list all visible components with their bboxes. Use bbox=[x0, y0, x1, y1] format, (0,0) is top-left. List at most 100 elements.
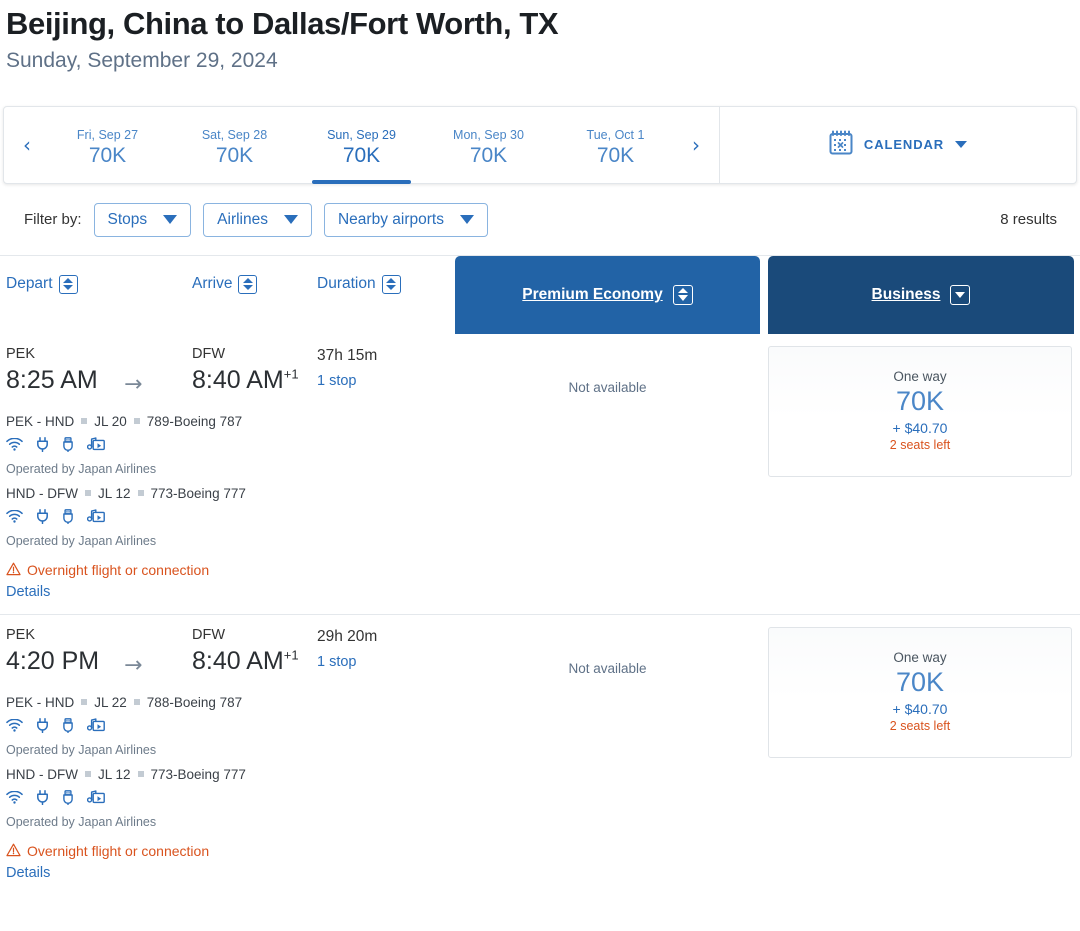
next-dates-button[interactable]: › bbox=[679, 135, 713, 155]
chevron-down-icon bbox=[163, 215, 178, 225]
arrive-airport-code: DFW bbox=[192, 626, 226, 643]
arrive-time: 8:40 AM+1 bbox=[192, 647, 299, 676]
fare-card-business[interactable]: One way 70K + $40.70 2 seats left bbox=[768, 345, 1072, 477]
date-tab-sat-sep-28[interactable]: Sat, Sep 28 70K bbox=[171, 121, 298, 168]
segment-flight-number: JL 12 bbox=[97, 485, 131, 501]
arrive-day-offset: +1 bbox=[283, 647, 299, 663]
calendar-pane: CALENDAR bbox=[719, 106, 1076, 183]
prev-dates-button[interactable]: ‹ bbox=[10, 135, 44, 155]
cabin-header-premium-economy-label: Premium Economy bbox=[522, 285, 663, 303]
depart-airport-code: PEK bbox=[6, 345, 36, 362]
filter-button-airlines[interactable]: Airlines bbox=[203, 202, 312, 237]
date-tab-underline bbox=[566, 180, 665, 184]
power-outlet-icon bbox=[36, 436, 49, 452]
stops-link[interactable]: 1 stop bbox=[317, 373, 357, 389]
chevron-down-icon bbox=[283, 215, 298, 225]
depart-time: 8:25 AM bbox=[6, 365, 98, 394]
arrive-time-value: 8:40 AM bbox=[192, 646, 284, 675]
chevron-down-icon bbox=[955, 141, 968, 149]
segment-route: HND - DFW bbox=[6, 485, 78, 501]
arrow-right-icon: → bbox=[124, 652, 143, 678]
details-link[interactable]: Details bbox=[0, 865, 1080, 881]
overnight-warning: Overnight flight or connection bbox=[0, 843, 1080, 860]
segment-aircraft: 789-Boeing 787 bbox=[146, 413, 243, 429]
date-tab-fri-sep-27[interactable]: Fri, Sep 27 70K bbox=[44, 121, 171, 168]
flight-duration: 29h 20m bbox=[317, 627, 378, 645]
sort-updown-icon bbox=[381, 274, 401, 294]
wifi-icon bbox=[6, 718, 23, 732]
date-tab-sun-sep-29[interactable]: Sun, Sep 29 70K bbox=[298, 121, 425, 185]
flight-row: PEK 4:20 PM → DFW 8:40 AM+1 29h 20m 1 stop Not … bbox=[0, 613, 1080, 895]
segment-amenities bbox=[6, 508, 1080, 524]
date-tab-underline bbox=[185, 180, 284, 184]
date-scroller: ‹ Fri, Sep 27 70K Sat, Sep 28 70K Sun, Sep 2… bbox=[4, 107, 719, 185]
filter-buttons-group: Stops Airlines Nearby airports bbox=[93, 202, 500, 237]
fare-seats-left: 2 seats left bbox=[889, 437, 951, 452]
flight-duration: 37h 15m bbox=[317, 346, 378, 364]
chevron-down-icon bbox=[950, 284, 971, 305]
wifi-icon bbox=[6, 437, 23, 451]
wifi-icon bbox=[6, 509, 23, 523]
calendar-icon bbox=[829, 130, 853, 160]
date-selector-bar: ‹ Fri, Sep 27 70K Sat, Sep 28 70K Sun, Sep 2… bbox=[3, 105, 1077, 185]
segment-flight-number: JL 20 bbox=[94, 413, 127, 429]
chevron-down-icon bbox=[459, 215, 474, 225]
date-tab-price: 70K bbox=[469, 144, 508, 168]
segment-operated-by: Operated by Japan Airlines bbox=[6, 533, 157, 548]
details-link[interactable]: Details bbox=[0, 584, 1080, 600]
power-outlet-icon bbox=[36, 789, 49, 805]
warning-triangle-icon bbox=[6, 562, 21, 579]
segment-route: HND - DFW bbox=[6, 766, 78, 782]
usb-port-icon bbox=[62, 436, 74, 452]
filter-button-label: Airlines bbox=[217, 210, 268, 228]
depart-time: 4:20 PM bbox=[6, 646, 100, 675]
date-tab-underline bbox=[439, 180, 538, 184]
sort-header-arrive[interactable]: Arrive bbox=[192, 274, 258, 294]
fare-seats-left: 2 seats left bbox=[889, 718, 951, 733]
separator-dot-icon bbox=[133, 418, 140, 425]
filter-button-nearby-airports[interactable]: Nearby airports bbox=[323, 202, 488, 237]
segment-flight-number: JL 12 bbox=[97, 766, 131, 782]
segment-info-line: HND - DFW JL 12 773-Boeing 777 bbox=[6, 767, 1080, 782]
sort-header-depart[interactable]: Depart bbox=[6, 274, 78, 294]
date-tab-label: Tue, Oct 1 bbox=[586, 128, 645, 143]
date-tab-label: Mon, Sep 30 bbox=[453, 128, 524, 143]
fare-trip-type: One way bbox=[893, 368, 947, 384]
cabin-header-business-label: Business bbox=[871, 285, 941, 303]
fare-taxes: + $40.70 bbox=[892, 419, 948, 436]
entertainment-icon bbox=[87, 790, 105, 804]
stops-link[interactable]: 1 stop bbox=[317, 654, 357, 670]
separator-dot-icon bbox=[133, 699, 140, 706]
date-tab-label: Fri, Sep 27 bbox=[76, 128, 139, 143]
itinerary-summary: PEK 8:25 AM → DFW 8:40 AM+1 37h 15m 1 stop Not … bbox=[0, 345, 1080, 477]
wifi-icon bbox=[6, 790, 23, 804]
date-tab-mon-sep-30[interactable]: Mon, Sep 30 70K bbox=[425, 121, 552, 168]
usb-port-icon bbox=[62, 717, 74, 733]
fare-trip-type: One way bbox=[893, 649, 947, 665]
separator-dot-icon bbox=[137, 771, 144, 778]
sort-header-duration-label: Duration bbox=[317, 275, 376, 293]
page-title: Beijing, China to Dallas/Fort Worth, TX bbox=[6, 6, 559, 41]
sort-header-duration[interactable]: Duration bbox=[317, 274, 401, 294]
segment-flight-number: JL 22 bbox=[94, 694, 127, 710]
filter-bar: Filter by: Stops Airlines Nearby airports … bbox=[0, 184, 1080, 256]
fare-points: 70K bbox=[895, 666, 945, 697]
fare-points: 70K bbox=[895, 385, 945, 416]
arrive-time: 8:40 AM+1 bbox=[192, 366, 299, 395]
usb-port-icon bbox=[62, 789, 74, 805]
segment-info-line: HND - DFW JL 12 773-Boeing 777 bbox=[6, 486, 1080, 501]
date-tab-tue-oct-1[interactable]: Tue, Oct 1 70K bbox=[552, 121, 679, 168]
separator-dot-icon bbox=[81, 418, 88, 425]
flight-segment: HND - DFW JL 12 773-Boeing 777 Operated by … bbox=[0, 486, 1080, 548]
arrive-time-value: 8:40 AM bbox=[192, 365, 284, 394]
usb-port-icon bbox=[62, 508, 74, 524]
cabin-header-business[interactable]: Business bbox=[768, 255, 1074, 334]
arrive-airport-code: DFW bbox=[192, 345, 226, 362]
fare-card-business[interactable]: One way 70K + $40.70 2 seats left bbox=[768, 626, 1072, 758]
results-table-header: Depart Arrive Duration Premium Economy B… bbox=[0, 255, 1080, 334]
filter-button-stops[interactable]: Stops bbox=[93, 202, 192, 237]
sort-header-depart-label: Depart bbox=[6, 275, 53, 293]
calendar-button[interactable]: CALENDAR bbox=[829, 130, 968, 160]
power-outlet-icon bbox=[36, 508, 49, 524]
cabin-header-premium-economy[interactable]: Premium Economy bbox=[455, 255, 760, 334]
